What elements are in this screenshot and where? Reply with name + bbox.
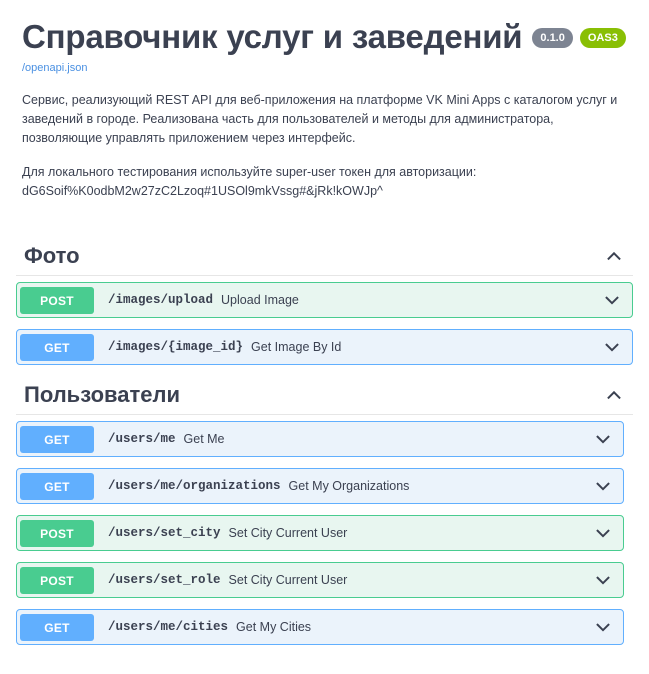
http-method-badge: POST bbox=[20, 566, 94, 594]
operation-path: /users/me/organizations bbox=[108, 479, 281, 494]
tag-section-users: Пользователи GET /users/me Get Me GET /u… bbox=[16, 376, 633, 646]
api-description: Сервис, реализующий REST API для веб-при… bbox=[22, 91, 622, 202]
page-title: Справочник услуг и заведений bbox=[22, 18, 523, 55]
operation-list-users: GET /users/me Get Me GET /users/me/organ… bbox=[16, 421, 633, 646]
description-paragraph-2: Для локального тестирования используйте … bbox=[22, 163, 622, 202]
badge-group: 0.1.0 OAS3 bbox=[532, 28, 626, 48]
tag-sections: Фото POST /images/upload Upload Image GE… bbox=[0, 237, 649, 646]
operation-row[interactable]: GET /images/{image_id} Get Image By Id bbox=[16, 329, 633, 366]
tag-section-photo: Фото POST /images/upload Upload Image GE… bbox=[16, 237, 633, 366]
operation-summary: Get Me bbox=[183, 432, 225, 447]
operation-list-photo: POST /images/upload Upload Image GET /im… bbox=[16, 282, 633, 366]
oas-version-badge: OAS3 bbox=[579, 28, 626, 48]
api-info-block: Справочник услуг и заведений 0.1.0 OAS3 … bbox=[0, 0, 649, 201]
description-paragraph-1: Сервис, реализующий REST API для веб-при… bbox=[22, 92, 618, 146]
chevron-up-icon[interactable] bbox=[605, 247, 623, 265]
operation-path: /users/set_role bbox=[108, 573, 221, 588]
http-method-badge: GET bbox=[20, 472, 94, 500]
operation-path: /images/{image_id} bbox=[108, 340, 244, 355]
super-user-token: dG6Soif%K0odbM2w27zC2Lzoq#1USOl9mkVssg#&… bbox=[22, 184, 383, 199]
tag-header-users[interactable]: Пользователи bbox=[16, 376, 633, 416]
version-badge: 0.1.0 bbox=[532, 28, 573, 48]
chevron-down-icon[interactable] bbox=[592, 569, 614, 591]
api-title-row: Справочник услуг и заведений 0.1.0 OAS3 bbox=[22, 18, 627, 56]
operation-summary: Set City Current User bbox=[228, 526, 348, 541]
operation-summary: Set City Current User bbox=[228, 573, 348, 588]
http-method-badge: POST bbox=[20, 286, 94, 314]
swagger-ui-page: Справочник услуг и заведений 0.1.0 OAS3 … bbox=[0, 0, 649, 674]
operation-row[interactable]: POST /images/upload Upload Image bbox=[16, 282, 633, 319]
http-method-badge: POST bbox=[20, 519, 94, 547]
tag-header-photo[interactable]: Фото bbox=[16, 237, 633, 277]
chevron-down-icon[interactable] bbox=[592, 475, 614, 497]
openapi-spec-link[interactable]: /openapi.json bbox=[22, 62, 627, 74]
operation-row[interactable]: POST /users/set_city Set City Current Us… bbox=[16, 515, 624, 552]
chevron-down-icon[interactable] bbox=[601, 289, 623, 311]
operation-path: /users/me/cities bbox=[108, 620, 229, 635]
http-method-badge: GET bbox=[20, 333, 94, 361]
tag-name-users: Пользователи bbox=[24, 382, 181, 408]
operation-path: /images/upload bbox=[108, 293, 214, 308]
operation-summary: Upload Image bbox=[221, 293, 299, 308]
tag-name-photo: Фото bbox=[24, 243, 80, 269]
chevron-down-icon[interactable] bbox=[592, 616, 614, 638]
operation-row[interactable]: POST /users/set_role Set City Current Us… bbox=[16, 562, 624, 599]
operation-path: /users/me bbox=[108, 432, 176, 447]
operation-summary: Get My Organizations bbox=[288, 479, 410, 494]
operation-summary: Get My Cities bbox=[236, 620, 312, 635]
chevron-up-icon[interactable] bbox=[605, 386, 623, 404]
operation-row[interactable]: GET /users/me/cities Get My Cities bbox=[16, 609, 624, 646]
http-method-badge: GET bbox=[20, 613, 94, 641]
operation-row[interactable]: GET /users/me/organizations Get My Organ… bbox=[16, 468, 624, 505]
chevron-down-icon[interactable] bbox=[592, 428, 614, 450]
token-intro-text: Для локального тестирования используйте … bbox=[22, 164, 477, 179]
chevron-down-icon[interactable] bbox=[592, 522, 614, 544]
operation-summary: Get Image By Id bbox=[251, 340, 342, 355]
operation-row[interactable]: GET /users/me Get Me bbox=[16, 421, 624, 458]
http-method-badge: GET bbox=[20, 425, 94, 453]
operation-path: /users/set_city bbox=[108, 526, 221, 541]
chevron-down-icon[interactable] bbox=[601, 336, 623, 358]
